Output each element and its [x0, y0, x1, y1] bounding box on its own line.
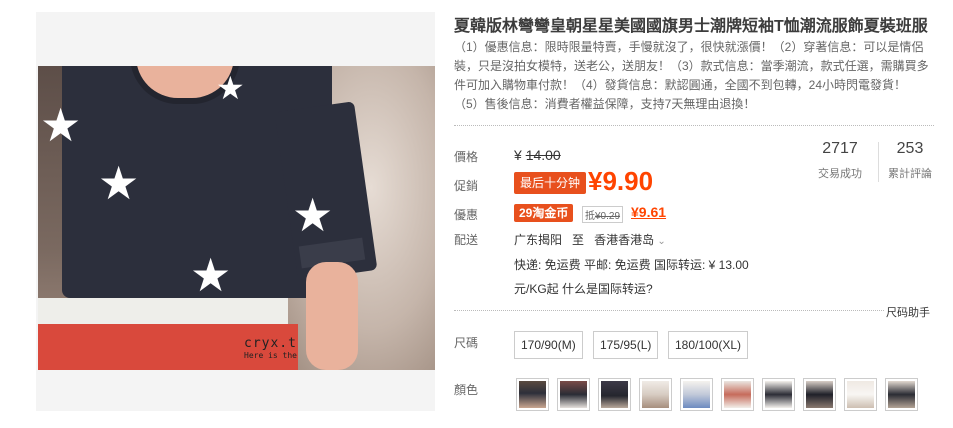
- product-title: 夏韓版林彎彎皇朝星星美國國旗男士潮牌短袖T恤潮流服飾夏裝班服: [454, 18, 928, 35]
- product-image-gallery: ★ ★ ★ ★ ★ cryx.t Here is the: [36, 12, 435, 411]
- divider: [454, 310, 884, 311]
- watermark-line-2: Here is the: [244, 351, 297, 360]
- sold-count: 2717: [822, 140, 858, 157]
- original-price: ¥ 14.00: [514, 147, 561, 163]
- chevron-down-icon[interactable]: ⌄: [657, 236, 665, 247]
- size-helper-link[interactable]: 尺码助手: [886, 304, 930, 320]
- reviews-count: 253: [896, 140, 924, 157]
- color-swatch[interactable]: [639, 378, 672, 411]
- ship-to-word: 至: [572, 233, 585, 247]
- star-icon: ★: [40, 99, 82, 151]
- watermark-line-1: cryx.t: [244, 336, 297, 351]
- reviews-stat[interactable]: 253 累計評論: [878, 140, 942, 181]
- size-label: 尺碼: [454, 336, 479, 350]
- star-icon: ★: [98, 157, 140, 209]
- promo-label: 促銷: [454, 179, 479, 193]
- reviews-label: 累計評論: [888, 168, 932, 180]
- currency-symbol: ¥: [514, 147, 522, 163]
- delivery-label: 配送: [454, 233, 479, 247]
- shipping-rates: 快递: 免运费 平邮: 免运费 国际转运: ¥ 13.00: [514, 258, 749, 272]
- photo-watermark: cryx.t Here is the: [244, 336, 297, 360]
- promo-description: （1）優惠信息：限時限量特賣，手慢就沒了，很快就漲價！（2）穿著信息：可以是情侶…: [454, 38, 942, 114]
- star-icon: ★: [216, 70, 245, 106]
- color-swatch[interactable]: [598, 378, 631, 411]
- coin-price[interactable]: ¥9.61: [631, 204, 666, 220]
- promo-line: （5）售後信息：消費者權益保障，支持7天無理由退換！: [454, 97, 756, 111]
- current-price: ¥9.90: [588, 166, 654, 196]
- ship-from: 广东揭阳: [514, 233, 563, 247]
- coin-deduction-value: ¥0.29: [595, 211, 621, 222]
- destination-select[interactable]: 香港香港岛: [594, 233, 654, 247]
- sold-stat[interactable]: 2717 交易成功: [808, 140, 872, 181]
- color-swatch[interactable]: [762, 378, 795, 411]
- star-icon: ★: [190, 249, 232, 301]
- sold-label: 交易成功: [818, 168, 862, 180]
- size-option[interactable]: 175/95(L): [593, 331, 659, 359]
- promo-line: 裝，只是沒拍女模特，送老公，送朋友！（3）款式信息：當季潮流，款式任選，需購買多: [454, 59, 929, 73]
- coin-deduction: 抵¥0.29: [582, 206, 624, 223]
- size-option[interactable]: 170/90(M): [514, 331, 583, 359]
- color-label: 顏色: [454, 383, 479, 397]
- tshirt-white-band: [38, 298, 288, 324]
- divider: [454, 125, 934, 126]
- price-label: 價格: [454, 150, 479, 164]
- taobao-coin-badge[interactable]: 29淘金币: [514, 204, 574, 222]
- color-swatch[interactable]: [557, 378, 590, 411]
- discount-label: 優惠: [454, 208, 479, 222]
- color-swatch[interactable]: [721, 378, 754, 411]
- model-arm: [306, 262, 358, 370]
- color-swatch[interactable]: [885, 378, 918, 411]
- main-product-photo[interactable]: ★ ★ ★ ★ ★ cryx.t Here is the: [38, 66, 435, 370]
- intl-shipping-note[interactable]: 元/KG起 什么是国际转运?: [514, 280, 653, 297]
- color-swatch[interactable]: [516, 378, 549, 411]
- star-icon: ★: [292, 189, 334, 241]
- countdown-badge: 最后十分钟: [514, 172, 587, 194]
- promo-line: （1）優惠信息：限時限量特賣，手慢就沒了，很快就漲價！（2）穿著信息：可以是情侶: [454, 40, 924, 54]
- coin-deduction-prefix: 抵: [585, 211, 595, 222]
- color-swatch[interactable]: [803, 378, 836, 411]
- color-swatch[interactable]: [680, 378, 713, 411]
- color-swatch[interactable]: [844, 378, 877, 411]
- original-price-value: 14.00: [525, 147, 561, 163]
- sales-stats: 2717 交易成功 253 累計評論: [808, 140, 938, 188]
- size-option[interactable]: 180/100(XL): [668, 331, 749, 359]
- shipping-route: 广东揭阳 至 香港香港岛 ⌄: [514, 231, 666, 248]
- promo-line: 件可加入購物車付款！（4）發貨信息：默認圓通，全國不到包轉，24小時閃電發貨！: [454, 78, 907, 92]
